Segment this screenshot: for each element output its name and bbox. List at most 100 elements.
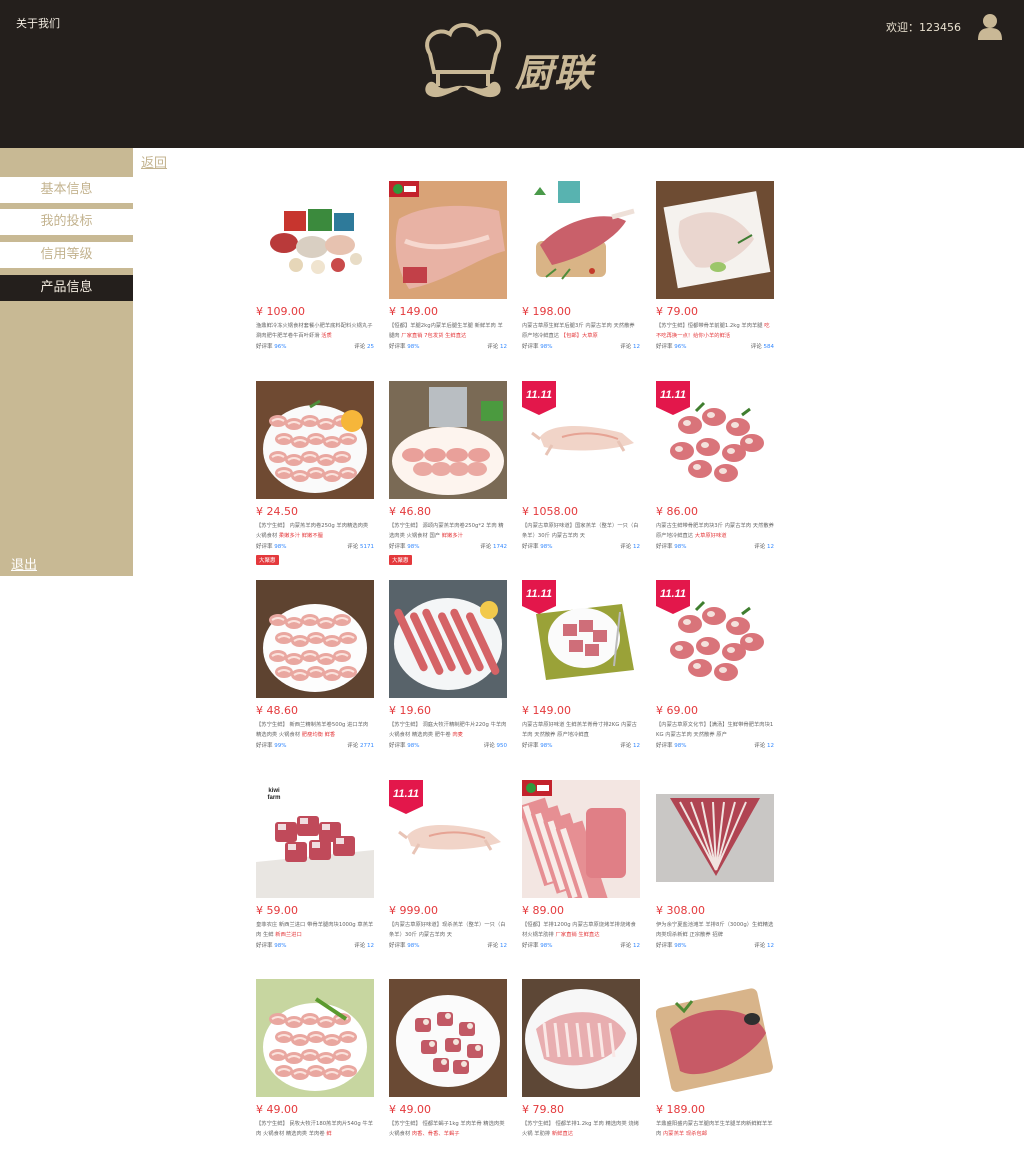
product-highlight: 鲜嫩多汁 bbox=[441, 533, 463, 539]
product-card[interactable]: ¥ 79.00 【苏宁生鲜】恒都带骨羊前腿1.2kg 羊肉羊腿 吃不吃再换一点！给… bbox=[656, 181, 774, 371]
product-image[interactable] bbox=[389, 181, 507, 299]
product-rating-row: 好评率 98% 评论 12 bbox=[522, 542, 640, 551]
product-title[interactable]: 【恒都】羊排1200g 内蒙古草原烧烤羊排烧烤食材火锅羊肋排 厂家直销 生鲜直达 bbox=[522, 920, 640, 940]
product-price: ¥ 86.00 bbox=[656, 505, 698, 518]
product-price: ¥ 89.00 bbox=[522, 904, 564, 917]
product-price: ¥ 79.80 bbox=[522, 1103, 564, 1116]
badge-icon: kiwifarm bbox=[262, 782, 286, 802]
product-title[interactable]: 皇菲农庄 新西兰进口 带骨羊腿肉块1000g 草羔羊肉 生鲜 新西兰进口 bbox=[256, 920, 374, 940]
product-image[interactable]: 11.11 bbox=[389, 780, 507, 898]
product-rating-row: 好评率 98% 评论 12 bbox=[522, 342, 640, 351]
sidebar-item-product-info[interactable]: 产品信息 bbox=[0, 275, 133, 301]
product-rating-row: 好评率 96% 评论 584 bbox=[656, 342, 774, 351]
product-title[interactable]: 【内蒙古草原文化节】【满汤】生鲜带骨肥羊肉块1KG 内蒙古羊肉 天然散养 原产 bbox=[656, 720, 774, 740]
product-title-text: 【苏宁生鲜】 洞庭大牧汗精制肥牛片220g 牛羊肉 火锅食材 精选肉类 肥牛卷 bbox=[389, 722, 507, 738]
product-card[interactable]: ¥ 48.60 【苏宁生鲜】 新西兰精制羔羊卷500g 进口羊肉 精选肉类 火锅食… bbox=[256, 580, 374, 770]
product-title[interactable]: 内蒙古生鲜带骨肥羊肉块3斤 内蒙古羊肉 天然散养 原产地冷鲜直达 大草原好味道 bbox=[656, 521, 774, 541]
product-card[interactable]: ¥ 79.80 【苏宁生鲜】 恒都羊排1.2kg 羊肉 精选肉类 烧烤火锅 羊肋排… bbox=[522, 979, 640, 1139]
product-card[interactable]: 11.11 ¥ 1058.00 【内蒙古草原好味道】国家羔羊（整羊）一只（白条羊）3… bbox=[522, 381, 640, 571]
product-title[interactable]: 【内蒙古草原好味道】现杀羔羊（整羊）一只（白条羊）30斤 内蒙古羊肉 天 bbox=[389, 920, 507, 940]
product-title[interactable]: 【苏宁生鲜】 民牧大牧汗180羔羊肉片540g 牛羊肉 火锅食材 精选肉类 羊肉… bbox=[256, 1119, 374, 1139]
product-card[interactable]: 11.11 ¥ 86.00 内蒙古生鲜带骨肥羊肉块3斤 内蒙古羊肉 天然散养 原产地… bbox=[656, 381, 774, 571]
product-title[interactable]: 【内蒙古草原好味道】国家羔羊（整羊）一只（白条羊）30斤 内蒙古羊肉 天 bbox=[522, 521, 640, 541]
rating-value: 98% bbox=[540, 943, 553, 949]
product-image[interactable]: 11.11 bbox=[656, 580, 774, 698]
product-title[interactable]: 内蒙古草原好味道 生鲜羔羊脊骨寸排2KG 内蒙古羊肉 天然散养 原产地冷鲜直 bbox=[522, 720, 640, 740]
product-title[interactable]: 渔鼎鲜冷冻火锅食材套餐小肥羊底料配料火锅丸子涮肉肥牛肥羊卷牛百叶虾滑 活质 bbox=[256, 321, 374, 341]
product-card[interactable]: ¥ 149.00 【恒都】羊腿2kg内蒙羊后腿生羊腿 新鲜羊肉 羊腿肉 厂家直销 … bbox=[389, 181, 507, 371]
product-image[interactable] bbox=[522, 780, 640, 898]
sidebar-item-credit-level[interactable]: 信用等级 bbox=[0, 242, 133, 268]
product-card[interactable]: 11.11 ¥ 69.00 【内蒙古草原文化节】【满汤】生鲜带骨肥羊肉块1KG 内蒙… bbox=[656, 580, 774, 770]
product-price: ¥ 19.60 bbox=[389, 704, 431, 717]
product-rating-row: 好评率 98% 评论 5171 bbox=[256, 542, 374, 551]
product-card[interactable]: kiwi farm ¥ 59.00 皇菲农庄 新西兰进口 带骨羊腿肉块1000g 草羔… bbox=[256, 780, 374, 970]
back-link[interactable]: 返回 bbox=[141, 152, 167, 171]
product-image[interactable]: 11.11 bbox=[522, 381, 640, 499]
product-title[interactable]: 【苏宁生鲜】 洞庭大牧汗精制肥牛片220g 牛羊肉 火锅食材 精选肉类 肥牛卷 … bbox=[389, 720, 507, 740]
product-image[interactable]: 11.11 bbox=[656, 381, 774, 499]
product-image[interactable] bbox=[256, 181, 374, 299]
rating-value: 96% bbox=[274, 344, 287, 350]
badge-icon bbox=[522, 780, 552, 796]
rating-label: 好评率 bbox=[522, 344, 539, 350]
product-price: ¥ 49.00 bbox=[256, 1103, 298, 1116]
sidebar-item-my-bids[interactable]: 我的投标 bbox=[0, 209, 133, 235]
product-title[interactable]: 【苏宁生鲜】 恒都羊排1.2kg 羊肉 精选肉类 烧烤火锅 羊肋排 新鲜直达 bbox=[522, 1119, 640, 1139]
product-image[interactable] bbox=[256, 979, 374, 1097]
product-price: ¥ 46.80 bbox=[389, 505, 431, 518]
product-title[interactable]: 【苏宁生鲜】 源颂内蒙羔羊肉卷250g*2 羊肉 精选肉类 火锅食材 国产 鲜嫩… bbox=[389, 521, 507, 541]
review-count: 评论 12 bbox=[754, 943, 774, 949]
product-title[interactable]: 【苏宁生鲜】 内蒙羔羊肉卷250g 羊肉精选肉类 火锅食材 柔嫩多汁 鲜嫩不膻 bbox=[256, 521, 374, 541]
product-card[interactable]: ¥ 46.80 【苏宁生鲜】 源颂内蒙羔羊肉卷250g*2 羊肉 精选肉类 火锅食… bbox=[389, 381, 507, 571]
product-rating-row: 好评率 98% 评论 12 bbox=[522, 741, 640, 750]
product-highlight: 活质 bbox=[321, 333, 332, 339]
product-card[interactable]: ¥ 19.60 【苏宁生鲜】 洞庭大牧汗精制肥牛片220g 牛羊肉 火锅食材 精选… bbox=[389, 580, 507, 770]
product-card[interactable]: ¥ 308.00 伊为余宁夏盐池滩羊 羊排8斤（3000g）生鲜精选肉类现杀新鲜 … bbox=[656, 780, 774, 970]
product-card[interactable]: ¥ 89.00 【恒都】羊排1200g 内蒙古草原烧烤羊排烧烤食材火锅羊肋排 厂家… bbox=[522, 780, 640, 970]
product-image[interactable]: 11.11 bbox=[522, 580, 640, 698]
product-image[interactable] bbox=[256, 580, 374, 698]
product-title-text: 【内蒙古草原好味道】现杀羔羊（整羊）一只（白条羊）30斤 内蒙古羊肉 天 bbox=[389, 922, 506, 938]
product-card[interactable]: ¥ 189.00 羊鼎盛阳盛内蒙古羊腿肉羊生羊腿羊肉新鲜鲜羊羊肉 内蒙羔羊 现杀包… bbox=[656, 979, 774, 1139]
svg-text:kiwi: kiwi bbox=[268, 788, 280, 794]
product-highlight: 新西兰进口 bbox=[275, 932, 302, 938]
product-image[interactable] bbox=[389, 381, 507, 499]
product-title[interactable]: 【恒都】羊腿2kg内蒙羊后腿生羊腿 新鲜羊肉 羊腿肉 厂家直销 7包发货 生鲜直… bbox=[389, 321, 507, 341]
rating-label: 好评率 bbox=[389, 743, 406, 749]
review-count: 评论 2771 bbox=[347, 743, 374, 749]
product-card[interactable]: 11.11 ¥ 999.00 【内蒙古草原好味道】现杀羔羊（整羊）一只（白条羊）30… bbox=[389, 780, 507, 970]
product-title[interactable]: 内蒙古草原生鲜羊后腿3斤 内蒙古羊肉 天然散养 原产地冷鲜直达 【包邮】大草原 bbox=[522, 321, 640, 341]
product-image[interactable] bbox=[656, 181, 774, 299]
product-card[interactable]: ¥ 49.00 【苏宁生鲜】 民牧大牧汗180羔羊肉片540g 牛羊肉 火锅食材 … bbox=[256, 979, 374, 1139]
product-image[interactable] bbox=[656, 979, 774, 1097]
product-highlight: 柔嫩多汁 鲜嫩不膻 bbox=[278, 533, 323, 539]
logout-link[interactable]: 退出 bbox=[11, 554, 37, 573]
rating-value: 98% bbox=[407, 344, 420, 350]
product-image[interactable] bbox=[389, 580, 507, 698]
product-image[interactable] bbox=[256, 381, 374, 499]
product-image[interactable] bbox=[522, 979, 640, 1097]
product-highlight: 肥瘦均衡 鲜香 bbox=[301, 732, 336, 738]
product-card[interactable]: 11.11 ¥ 149.00 内蒙古草原好味道 生鲜羔羊脊骨寸排2KG 内蒙古羊肉 … bbox=[522, 580, 640, 770]
product-title[interactable]: 羊鼎盛阳盛内蒙古羊腿肉羊生羊腿羊肉新鲜鲜羊羊肉 内蒙羔羊 现杀包邮 bbox=[656, 1119, 774, 1139]
product-title[interactable]: 伊为余宁夏盐池滩羊 羊排8斤（3000g）生鲜精选肉类现杀新鲜 正宗散养 招牌 bbox=[656, 920, 774, 940]
user-icon[interactable] bbox=[977, 13, 1003, 40]
rating-label: 好评率 bbox=[656, 344, 673, 350]
product-card[interactable]: ¥ 49.00 【苏宁生鲜】 恒都羊蝎子1kg 羊肉羊骨 精选肉类 火锅食材 肉香… bbox=[389, 979, 507, 1139]
product-image[interactable] bbox=[656, 780, 774, 898]
product-title[interactable]: 【苏宁生鲜】 新西兰精制羔羊卷500g 进口羊肉 精选肉类 火锅食材 肥瘦均衡 … bbox=[256, 720, 374, 740]
product-image[interactable] bbox=[522, 181, 640, 299]
product-title[interactable]: 【苏宁生鲜】恒都带骨羊前腿1.2kg 羊肉羊腿 吃不吃再换一点！给你小羊的鲜活 bbox=[656, 321, 774, 341]
product-image[interactable] bbox=[389, 979, 507, 1097]
review-count: 评论 12 bbox=[487, 943, 507, 949]
product-image[interactable]: kiwi farm bbox=[256, 780, 374, 898]
about-us-link[interactable]: 关于我们 bbox=[16, 15, 60, 31]
sidebar-item-basic-info[interactable]: 基本信息 bbox=[0, 177, 133, 203]
product-rating-row: 好评率 96% 评论 25 bbox=[256, 342, 374, 351]
product-card[interactable]: ¥ 109.00 渔鼎鲜冷冻火锅食材套餐小肥羊底料配料火锅丸子涮肉肥牛肥羊卷牛百叶… bbox=[256, 181, 374, 371]
product-card[interactable]: ¥ 198.00 内蒙古草原生鲜羊后腿3斤 内蒙古羊肉 天然散养 原产地冷鲜直达 … bbox=[522, 181, 640, 371]
product-title[interactable]: 【苏宁生鲜】 恒都羊蝎子1kg 羊肉羊骨 精选肉类 火锅食材 肉香、骨香、羊蝎子 bbox=[389, 1119, 507, 1139]
review-count: 评论 1742 bbox=[480, 544, 507, 550]
product-card[interactable]: ¥ 24.50 【苏宁生鲜】 内蒙羔羊肉卷250g 羊肉精选肉类 火锅食材 柔嫩多… bbox=[256, 381, 374, 571]
